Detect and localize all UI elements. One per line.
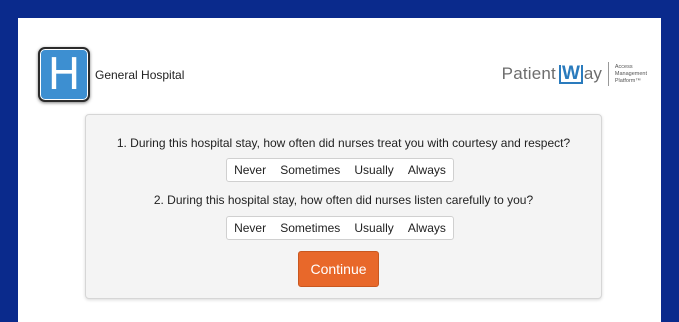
brand-tagline: Access Management Platform™ (615, 64, 647, 85)
window-frame: H General Hospital Patient W ay Access M… (0, 0, 679, 322)
question-2-text: 2. During this hospital stay, how often … (153, 193, 534, 207)
q1-option-usually[interactable]: Usually (350, 163, 397, 177)
q2-option-usually[interactable]: Usually (350, 221, 397, 235)
logo-letter: H (47, 48, 81, 100)
header: H General Hospital Patient W ay Access M… (18, 18, 661, 118)
hospital-h-icon: H (38, 47, 90, 102)
q2-option-sometimes[interactable]: Sometimes (276, 221, 344, 235)
question-1-text: 1. During this hospital stay, how often … (116, 136, 571, 150)
tagline-line2: Management (614, 70, 647, 77)
patientway-logo: Patient W ay Access Management Platform™ (502, 59, 647, 89)
q1-option-sometimes[interactable]: Sometimes (276, 163, 344, 177)
q1-option-always[interactable]: Always (404, 163, 450, 177)
tagline-line3: Platform™ (614, 77, 641, 84)
question-2-options: Never Sometimes Usually Always (226, 216, 454, 240)
q2-option-never[interactable]: Never (230, 221, 270, 235)
q1-option-never[interactable]: Never (230, 163, 270, 177)
q2-option-always[interactable]: Always (404, 221, 450, 235)
tagline-line1: Access (614, 63, 633, 70)
page: H General Hospital Patient W ay Access M… (18, 18, 661, 322)
question-1-options: Never Sometimes Usually Always (226, 158, 454, 182)
brand-w: W (558, 64, 583, 84)
brand-divider (607, 62, 609, 86)
brand-ay: ay (583, 64, 602, 83)
continue-button[interactable]: Continue (298, 251, 379, 287)
survey-card: 1. During this hospital stay, how often … (85, 114, 602, 299)
brand-patient: Patient (501, 64, 556, 83)
hospital-name: General Hospital (95, 68, 185, 82)
